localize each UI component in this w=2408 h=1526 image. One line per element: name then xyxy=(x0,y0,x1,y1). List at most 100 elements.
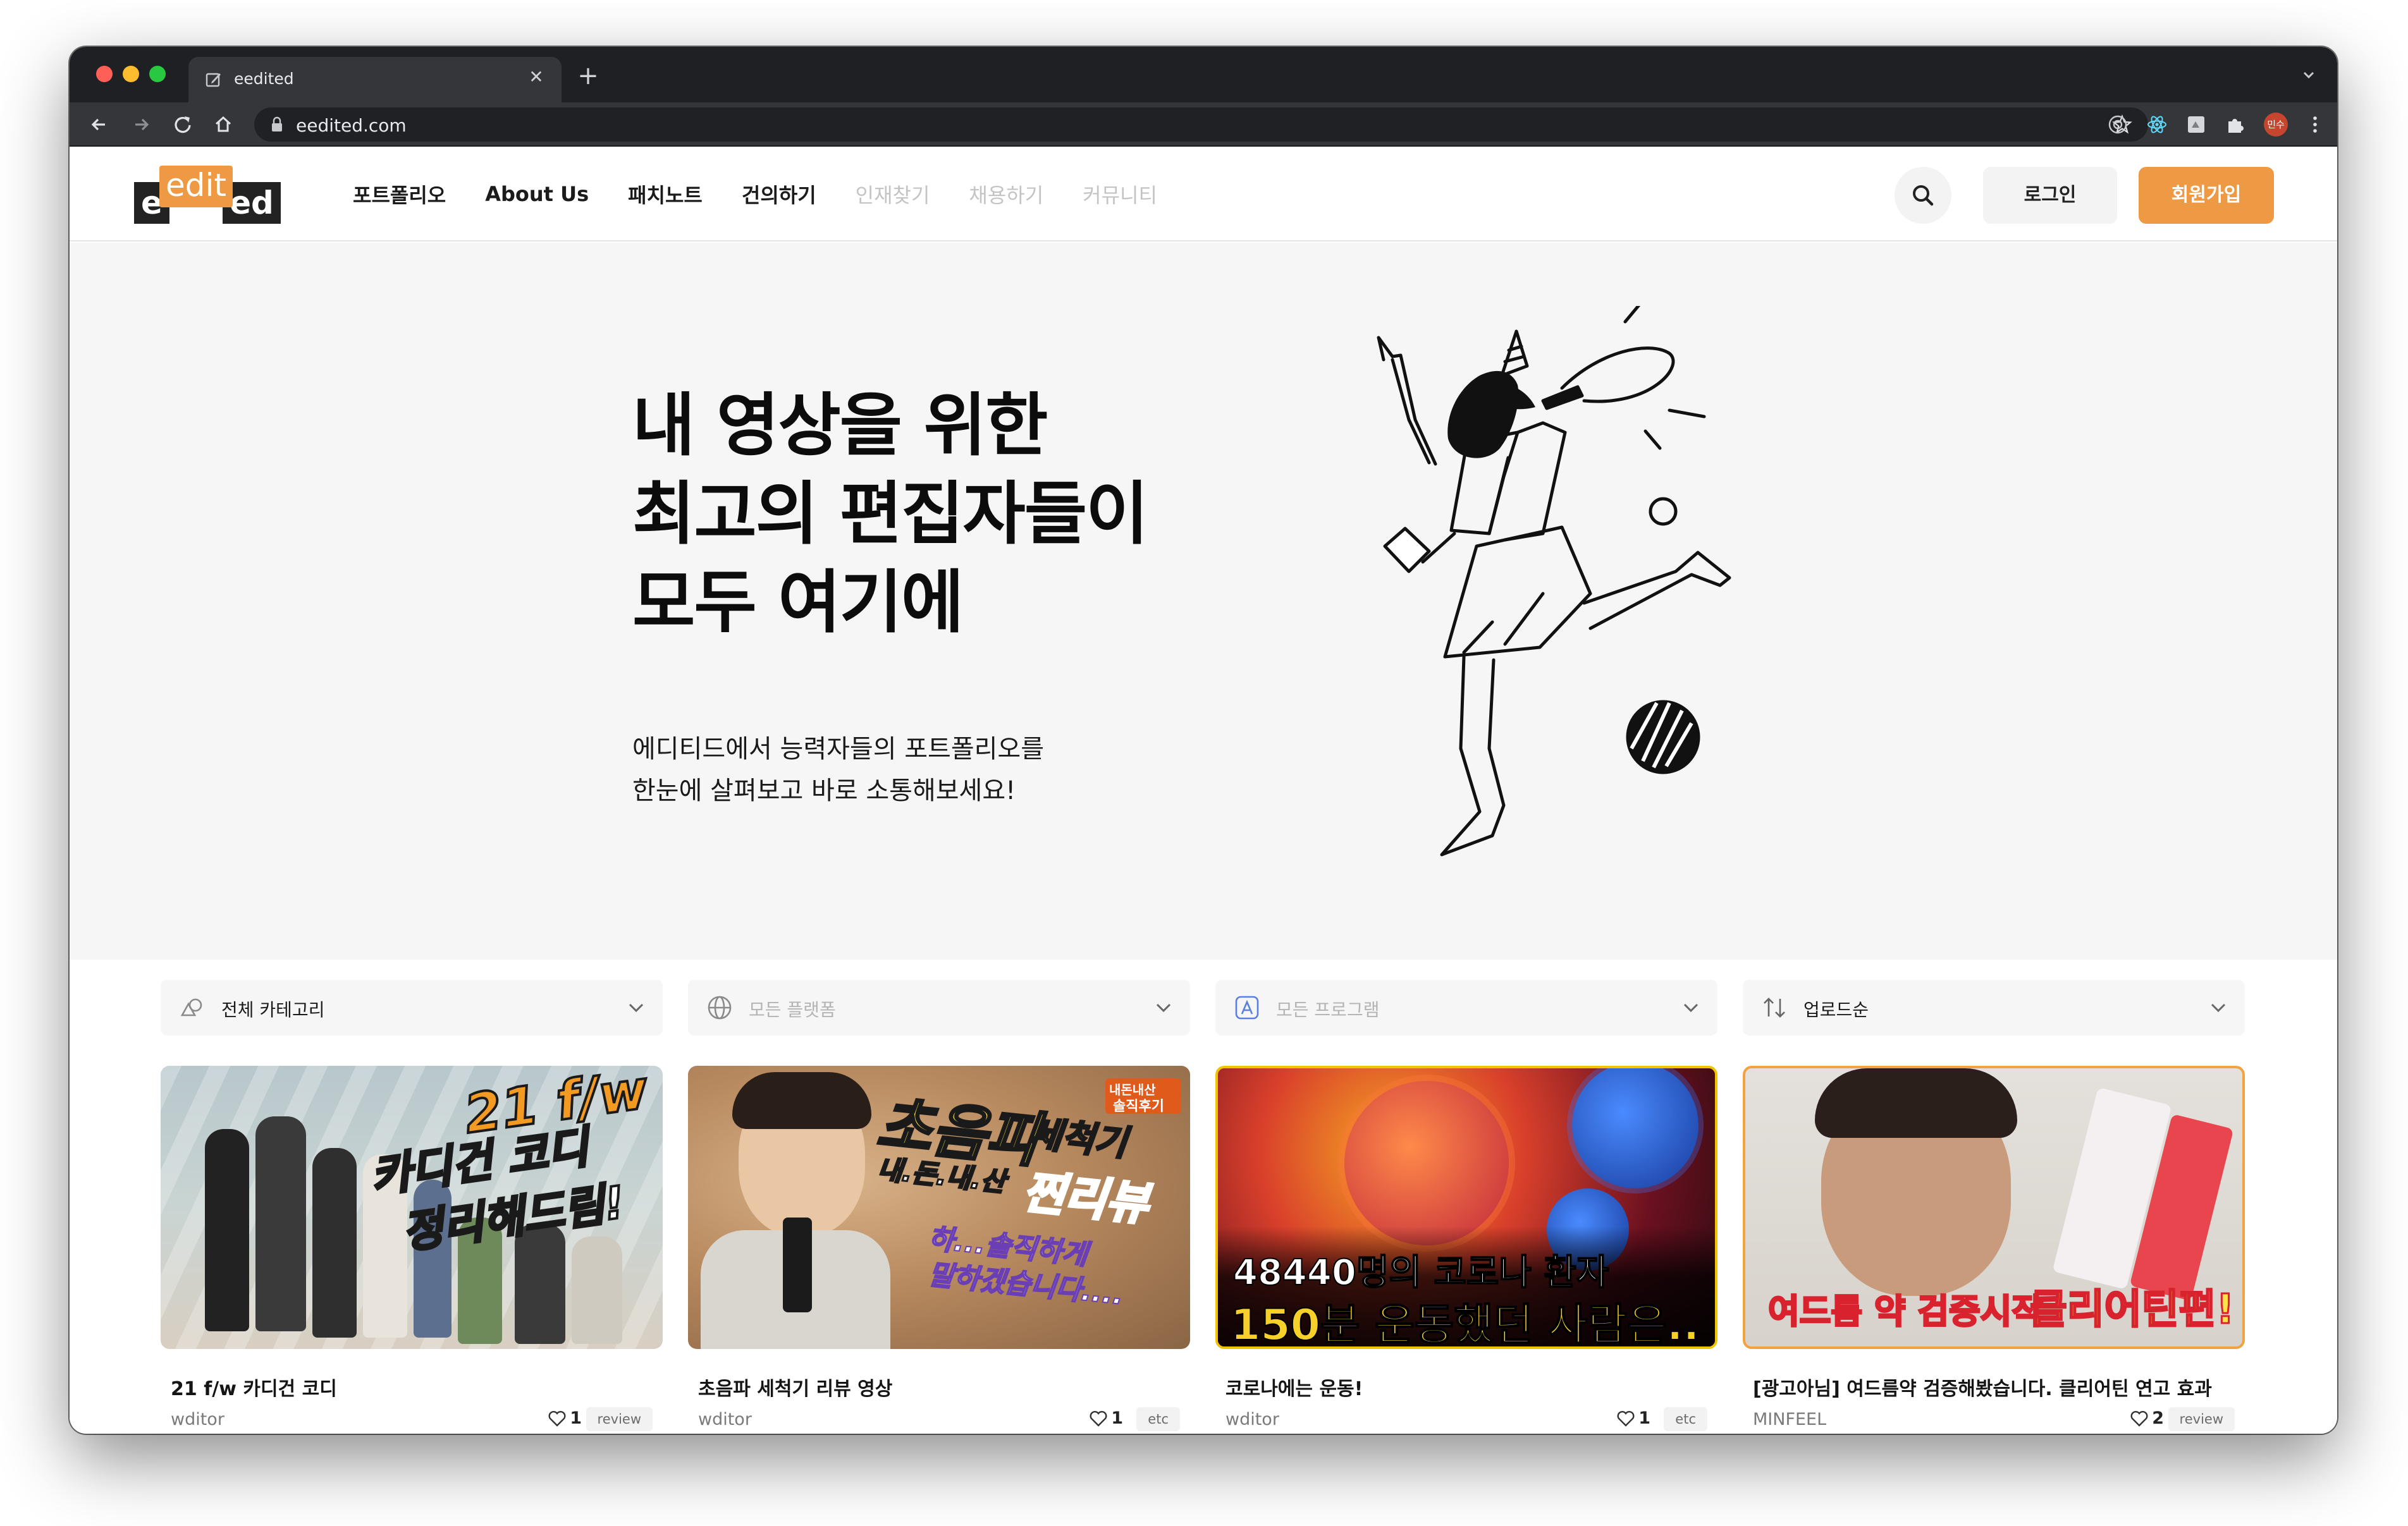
video-thumbnail[interactable]: 48440명의 코로나 환자 150분 운동했던 사람은.. xyxy=(1215,1066,1717,1349)
tab-title: eedited xyxy=(234,70,294,88)
like-number: 1 xyxy=(570,1408,582,1428)
tab-bar: eedited ✕ + xyxy=(70,47,2337,102)
portfolio-card[interactable]: 48440명의 코로나 환자 150분 운동했던 사람은.. 코로나에는 운동!… xyxy=(1215,1066,1717,1431)
person-figure xyxy=(312,1148,357,1338)
reload-icon[interactable] xyxy=(169,111,196,138)
back-icon[interactable] xyxy=(86,111,113,138)
video-thumbnail[interactable]: 21 f/w 카디건 코디 정리해드림! xyxy=(161,1066,663,1349)
eedited-logo[interactable]: e ed edit xyxy=(134,166,281,225)
card-author[interactable]: wditor xyxy=(1226,1410,1279,1429)
home-icon[interactable] xyxy=(210,111,236,138)
thumbnail-caption: 여드름 약 검증시작 xyxy=(1767,1291,2044,1333)
portfolio-card[interactable]: 여드름 약 검증시작 클리어틴편! [광고아님] 여드름약 검증해봤습니다. 클… xyxy=(1743,1066,2245,1431)
video-thumbnail[interactable]: 여드름 약 검증시작 클리어틴편! xyxy=(1743,1066,2245,1349)
card-author[interactable]: MINFEEL xyxy=(1753,1410,1826,1429)
heart-icon xyxy=(2130,1411,2148,1427)
web-page: e ed edit 포트폴리오 About Us 패치노트 건의하기 인재찾기 … xyxy=(70,147,2337,1434)
card-meta: MINFEEL 2 review xyxy=(1753,1407,2235,1432)
like-count[interactable]: 1 xyxy=(1090,1408,1123,1428)
platform-filter-dropdown[interactable]: 모든 플랫폼 xyxy=(688,980,1190,1035)
hero-title-line: 내 영상을 위한 xyxy=(632,386,1048,465)
hero-title-line: 최고의 편집자들이 xyxy=(632,475,1148,554)
thumbnail-caption: 찐리뷰 xyxy=(1019,1164,1152,1232)
filter-bar: 전체 카테고리 모든 플랫폼 모든 프로그램 업로드순 xyxy=(70,980,2337,1037)
thumbnail-caption: 150분 운동했던 사람은.. xyxy=(1230,1300,1700,1349)
chevron-down-icon xyxy=(629,1003,644,1013)
category-filter-dropdown[interactable]: 전체 카테고리 xyxy=(161,980,663,1035)
portfolio-card[interactable]: 내돈내산 솔직후기 초음파 세척기 내.돈.내.산 찐리뷰 하...솔직하게 말… xyxy=(688,1066,1190,1431)
sort-icon xyxy=(1764,998,1785,1018)
shapes-icon xyxy=(180,998,202,1016)
minimize-window-button[interactable] xyxy=(123,66,139,82)
new-tab-button[interactable]: + xyxy=(575,63,601,89)
chevron-down-icon xyxy=(2211,1003,2226,1013)
maximize-window-button[interactable] xyxy=(149,66,166,82)
extensions-puzzle-icon[interactable] xyxy=(2225,114,2246,135)
url-text: eedited.com xyxy=(296,115,407,136)
like-number: 1 xyxy=(1111,1408,1123,1428)
device-object xyxy=(783,1218,812,1312)
login-button[interactable]: 로그인 xyxy=(1983,167,2117,224)
lock-icon xyxy=(272,116,282,131)
category-tag: review xyxy=(2168,1407,2235,1431)
like-count[interactable]: 1 xyxy=(548,1408,582,1428)
tab-search-chevron-icon[interactable] xyxy=(2299,66,2318,85)
person-hair xyxy=(1815,1068,2017,1138)
heart-icon xyxy=(1090,1411,1107,1427)
nav-hiring[interactable]: 채용하기 xyxy=(969,180,1043,209)
search-button[interactable] xyxy=(1895,167,1951,224)
hero-subtitle-line: 한눈에 살펴보고 바로 소통해보세요! xyxy=(632,776,1016,805)
hero-subtitle: 에디티드에서 능력자들의 포트폴리오를 한눈에 살펴보고 바로 소통해보세요! xyxy=(632,728,1044,812)
filter-label: 전체 카테고리 xyxy=(221,999,325,1020)
hero-title: 내 영상을 위한 최고의 편집자들이 모두 여기에 xyxy=(632,382,1148,647)
card-meta: wditor 1 review xyxy=(171,1407,653,1432)
browser-menu-icon[interactable] xyxy=(2304,114,2326,135)
nav-community[interactable]: 커뮤니티 xyxy=(1083,180,1157,209)
card-author[interactable]: wditor xyxy=(698,1410,752,1429)
program-filter-dropdown[interactable]: 모든 프로그램 xyxy=(1215,980,1717,1035)
hero-title-line: 모두 여기에 xyxy=(632,563,964,642)
video-thumbnail[interactable]: 내돈내산 솔직후기 초음파 세척기 내.돈.내.산 찐리뷰 하...솔직하게 말… xyxy=(688,1066,1190,1349)
tab-close-icon[interactable]: ✕ xyxy=(525,66,548,89)
card-title[interactable]: [광고아님] 여드름약 검증해봤습니다. 클리어틴 연고 효과 xyxy=(1753,1373,2212,1401)
nav-about-us[interactable]: About Us xyxy=(485,182,589,206)
browser-tab[interactable]: eedited ✕ xyxy=(188,57,562,102)
nav-suggestions[interactable]: 건의하기 xyxy=(742,180,816,209)
nav-portfolio[interactable]: 포트폴리오 xyxy=(353,180,446,209)
card-title[interactable]: 21 f/w 카디건 코디 xyxy=(171,1373,337,1401)
globe-icon xyxy=(708,996,732,1020)
nav-patch-notes[interactable]: 패치노트 xyxy=(628,180,703,209)
like-number: 2 xyxy=(2152,1408,2164,1428)
person-figure xyxy=(255,1116,306,1331)
chevron-down-icon xyxy=(1156,1003,1171,1013)
person-figure xyxy=(205,1129,249,1331)
like-count[interactable]: 2 xyxy=(2130,1408,2164,1428)
heart-icon xyxy=(1617,1411,1635,1427)
virus-image xyxy=(1344,1081,1509,1245)
main-nav: 포트폴리오 About Us 패치노트 건의하기 인재찾기 채용하기 커뮤니티 xyxy=(353,147,1196,241)
react-devtools-icon[interactable] xyxy=(2146,114,2168,135)
card-title[interactable]: 코로나에는 운동! xyxy=(1226,1373,1363,1401)
filter-label: 업로드순 xyxy=(1803,999,1869,1020)
signup-button[interactable]: 회원가입 xyxy=(2139,167,2274,224)
portfolio-card[interactable]: 21 f/w 카디건 코디 정리해드림! 21 f/w 카디건 코디 wdito… xyxy=(161,1066,663,1431)
person-figure xyxy=(572,1236,622,1344)
card-title[interactable]: 초음파 세척기 리뷰 영상 xyxy=(698,1373,892,1401)
profile-avatar[interactable]: 민수 xyxy=(2264,113,2288,137)
close-window-button[interactable] xyxy=(96,66,113,82)
category-tag: etc xyxy=(1664,1407,1707,1431)
extension-target-icon[interactable] xyxy=(2107,114,2128,135)
like-count[interactable]: 1 xyxy=(1617,1408,1650,1428)
address-bar[interactable]: eedited.com xyxy=(254,107,2148,142)
nav-find-talent[interactable]: 인재찾기 xyxy=(856,180,930,209)
extension-page-icon[interactable] xyxy=(2185,114,2207,135)
card-author[interactable]: wditor xyxy=(171,1410,224,1429)
sort-order-dropdown[interactable]: 업로드순 xyxy=(1743,980,2245,1035)
filter-label: 모든 플랫폼 xyxy=(749,999,836,1020)
edit-icon xyxy=(206,73,221,87)
card-meta: wditor 1 etc xyxy=(1226,1407,1707,1432)
card-meta: wditor 1 etc xyxy=(698,1407,1180,1432)
person-hair xyxy=(732,1072,871,1129)
forward-icon[interactable] xyxy=(128,111,154,138)
category-tag: review xyxy=(586,1407,653,1431)
